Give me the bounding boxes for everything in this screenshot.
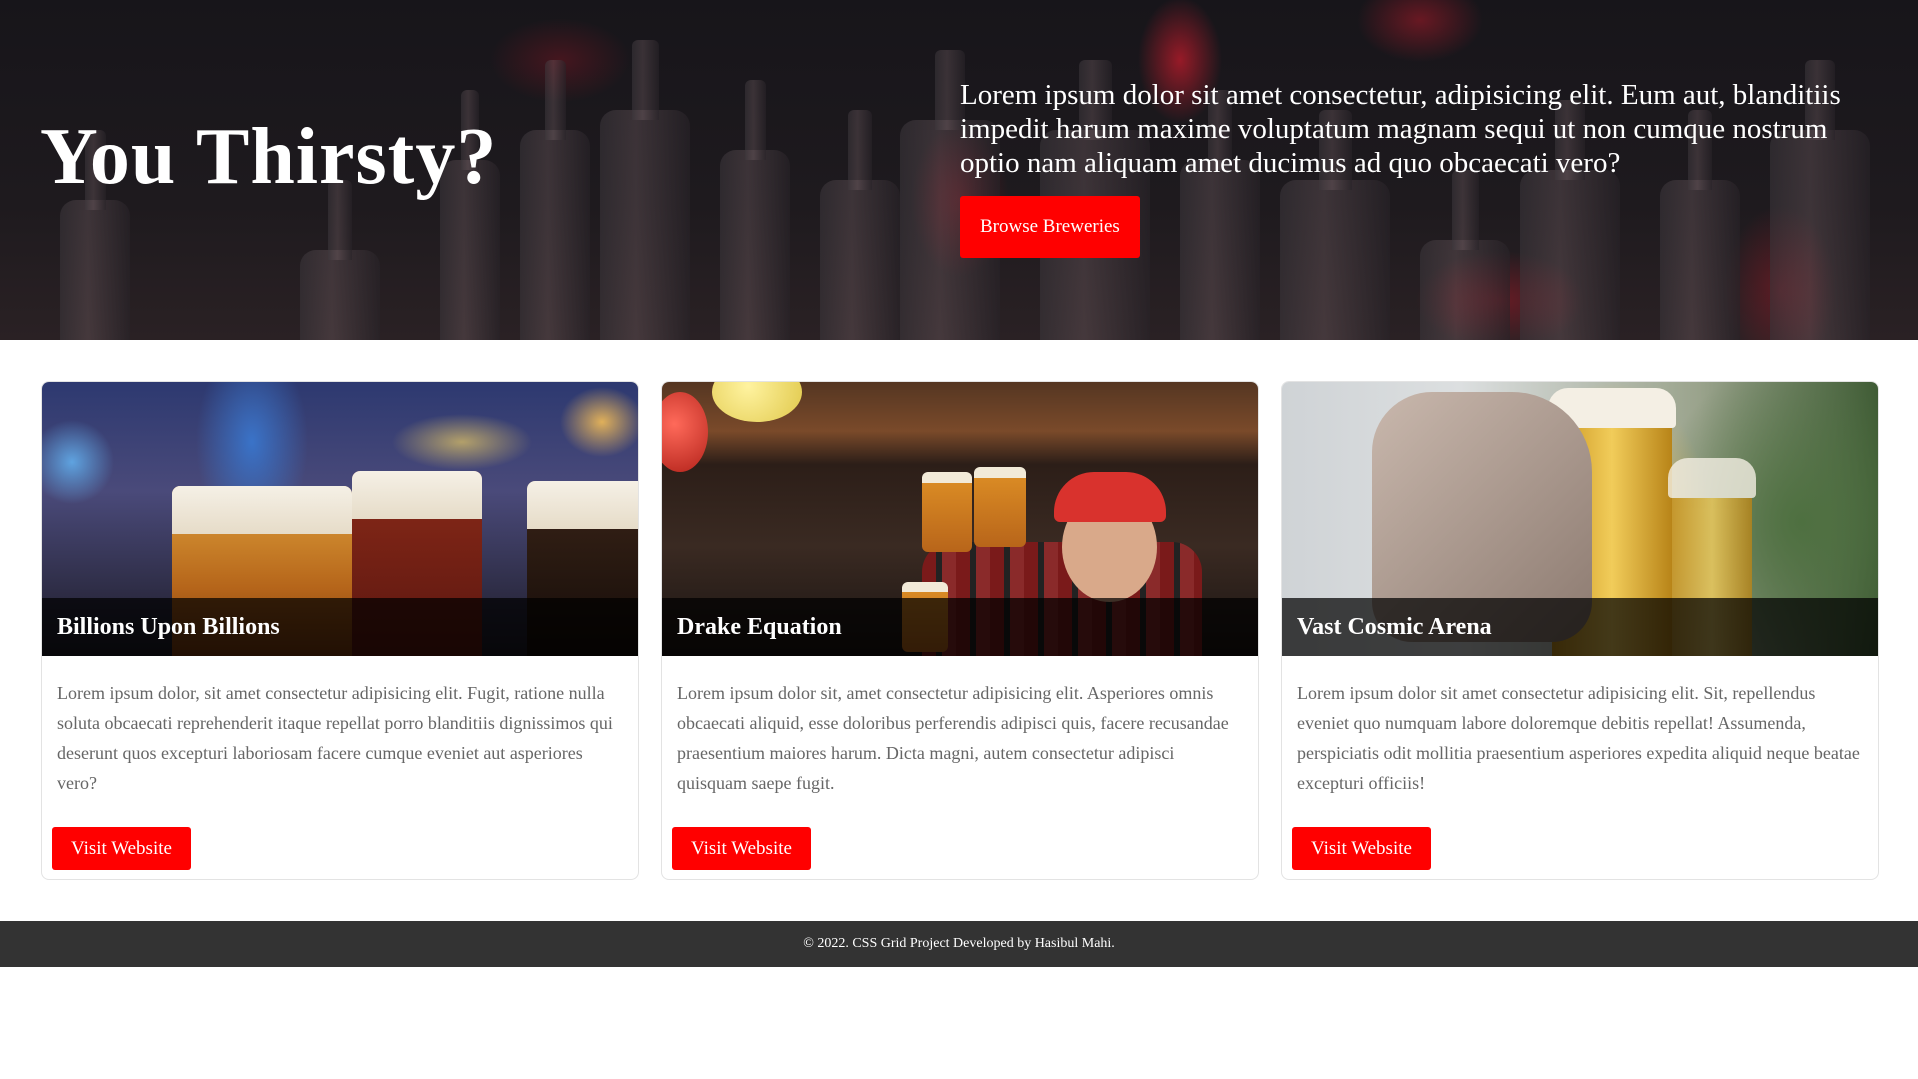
bottle-image (300, 180, 380, 340)
visit-website-button[interactable]: Visit Website (1292, 827, 1431, 870)
lantern-image (662, 392, 708, 472)
card-grid: Billions Upon Billions Lorem ipsum dolor… (41, 381, 1881, 881)
hero-intro: Lorem ipsum dolor sit amet consectetur, … (960, 78, 1880, 258)
beer-mug (922, 472, 972, 552)
card-body: Lorem ipsum dolor, sit amet consectetur … (42, 656, 638, 798)
bottle-image (520, 60, 590, 340)
card-body: Lorem ipsum dolor sit, amet consectetur … (662, 656, 1258, 798)
card-title: Drake Equation (662, 598, 1258, 656)
card-image-beer-glasses: Billions Upon Billions (42, 382, 638, 656)
visit-website-button[interactable]: Visit Website (672, 827, 811, 870)
bottle-image (720, 80, 790, 340)
card-body: Lorem ipsum dolor sit amet consectetur a… (1282, 656, 1878, 798)
card-image-hand-beer: Vast Cosmic Arena (1282, 382, 1878, 656)
hero-title: You Thirsty? (40, 113, 498, 201)
footer-text: © 2022. CSS Grid Project Developed by Ha… (803, 936, 1115, 951)
browse-breweries-button[interactable]: Browse Breweries (960, 196, 1140, 258)
card-vast: Vast Cosmic Arena Lorem ipsum dolor sit … (1281, 381, 1879, 880)
hero-banner: You Thirsty? Lorem ipsum dolor sit amet … (0, 0, 1918, 340)
footer: © 2022. CSS Grid Project Developed by Ha… (0, 921, 1918, 967)
bottle-image (600, 40, 690, 340)
visit-website-button[interactable]: Visit Website (52, 827, 191, 870)
card-title: Billions Upon Billions (42, 598, 638, 656)
card-text: Lorem ipsum dolor sit, amet consectetur … (677, 683, 1229, 793)
hero-heading-area: You Thirsty? (40, 112, 497, 203)
person-cap (1054, 472, 1166, 522)
card-text: Lorem ipsum dolor, sit amet consectetur … (57, 683, 613, 793)
hero-text: Lorem ipsum dolor sit amet consectetur, … (960, 79, 1841, 179)
lantern-image (712, 382, 802, 422)
card-billions: Billions Upon Billions Lorem ipsum dolor… (41, 381, 639, 880)
card-text: Lorem ipsum dolor sit amet consectetur a… (1297, 683, 1860, 793)
card-drake: Drake Equation Lorem ipsum dolor sit, am… (661, 381, 1259, 880)
bottle-image (60, 130, 130, 340)
card-image-bar-toast: Drake Equation (662, 382, 1258, 656)
card-title: Vast Cosmic Arena (1282, 598, 1878, 656)
beer-mug (974, 467, 1026, 547)
bottle-image (820, 110, 900, 340)
